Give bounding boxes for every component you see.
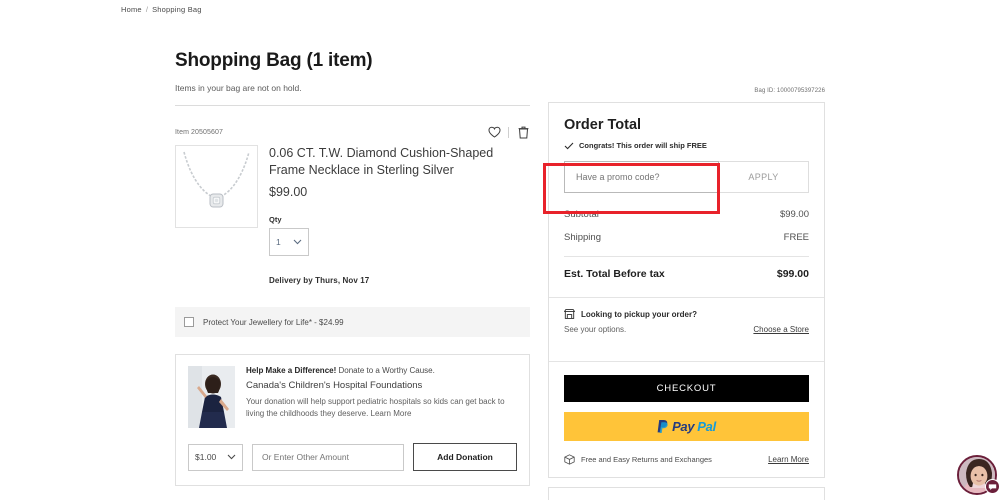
breadcrumb-home[interactable]: Home xyxy=(121,5,142,14)
store-icon xyxy=(564,309,575,319)
action-divider xyxy=(508,126,509,138)
protection-plan-label: Protect Your Jewellery for Life* - $24.9… xyxy=(203,317,344,327)
summary-divider xyxy=(564,256,809,257)
pickup-title-row: Looking to pickup your order? xyxy=(564,309,809,319)
order-total-title: Order Total xyxy=(564,117,642,133)
donation-other-amount-input[interactable] xyxy=(252,443,404,471)
chat-glyph xyxy=(988,483,997,490)
chevron-down-icon xyxy=(293,239,302,245)
paypal-pal-text: Pal xyxy=(697,419,716,434)
donation-controls: $1.00 Add Donation xyxy=(188,443,517,471)
donation-amount-value: $1.00 xyxy=(195,452,217,462)
returns-learn-more-link[interactable]: Learn More xyxy=(768,455,809,464)
paypal-button[interactable]: Pay Pal xyxy=(564,412,809,441)
total-value: $99.00 xyxy=(776,268,809,280)
donation-image xyxy=(188,366,235,428)
apply-promo-button[interactable]: APPLY xyxy=(719,161,809,193)
donation-headline-bold: Help Make a Difference! xyxy=(246,366,337,375)
order-total-card: Order Total Congrats! This order will sh… xyxy=(548,102,825,478)
promo-code-row: APPLY xyxy=(564,161,809,193)
promo-code-input[interactable] xyxy=(564,161,719,193)
product-price: $99.00 xyxy=(269,185,308,199)
add-donation-button[interactable]: Add Donation xyxy=(413,443,517,471)
check-icon xyxy=(564,142,574,149)
checkout-button[interactable]: CHECKOUT xyxy=(564,375,809,402)
paypal-icon xyxy=(657,420,668,433)
summary-line-total: Est. Total Before tax $99.00 xyxy=(564,268,809,280)
summary-value: FREE xyxy=(783,232,809,243)
page-title: Shopping Bag (1 item) xyxy=(175,50,373,71)
donation-headline: Help Make a Difference! Donate to a Wort… xyxy=(246,366,517,375)
bag-id-label: Bag ID: 10000795397226 xyxy=(754,88,825,94)
item-number: Item 20505607 xyxy=(175,128,224,136)
next-section-card xyxy=(548,487,825,500)
pickup-section: Looking to pickup your order? See your o… xyxy=(549,298,824,346)
item-action-group xyxy=(487,125,530,139)
page-subtitle: Items in your bag are not on hold. xyxy=(175,83,302,93)
pickup-options-row: See your options. Choose a Store xyxy=(564,325,809,334)
trash-icon[interactable] xyxy=(516,125,530,139)
qty-label: Qty xyxy=(269,215,282,224)
returns-row: Free and Easy Returns and Exchanges Lear… xyxy=(564,454,809,465)
charity-name: Canada's Children's Hospital Foundations xyxy=(246,380,423,391)
checkout-area: CHECKOUT Pay Pal Free and Easy Returns a… xyxy=(549,362,824,477)
donation-headline-rest: Donate to a Worthy Cause. xyxy=(336,366,435,375)
donation-card: Help Make a Difference! Donate to a Wort… xyxy=(175,354,530,486)
divider xyxy=(175,105,530,106)
shopping-bag-page: Home / Shopping Bag Shopping Bag (1 item… xyxy=(0,0,1000,500)
bag-line-item: 0.06 CT. T.W. Diamond Cushion-Shaped Fra… xyxy=(175,145,530,285)
free-shipping-message: Congrats! This order will ship FREE xyxy=(564,141,809,150)
quantity-select[interactable]: 1 xyxy=(269,228,309,256)
summary-line-subtotal: Subtotal $99.00 xyxy=(564,209,809,220)
total-label: Est. Total Before tax xyxy=(564,268,665,280)
breadcrumb-current: Shopping Bag xyxy=(152,5,202,14)
summary-label: Subtotal xyxy=(564,209,599,220)
breadcrumb: Home / Shopping Bag xyxy=(121,5,202,14)
breadcrumb-separator: / xyxy=(145,5,149,14)
quantity-value: 1 xyxy=(276,237,281,247)
summary-label: Shipping xyxy=(564,232,601,243)
chevron-down-icon xyxy=(227,454,236,460)
child-photo xyxy=(188,366,235,428)
product-thumbnail[interactable] xyxy=(175,145,258,228)
summary-value: $99.00 xyxy=(779,209,809,220)
bag-items-column: Shopping Bag (1 item) Items in your bag … xyxy=(175,50,530,486)
package-icon xyxy=(564,454,575,465)
delivery-estimate: Delivery by Thurs, Nov 17 xyxy=(269,276,370,285)
paypal-pay-text: Pay xyxy=(672,419,695,434)
pickup-subtitle: See your options. xyxy=(564,325,627,334)
donation-header: Help Make a Difference! Donate to a Wort… xyxy=(188,366,517,428)
pickup-title: Looking to pickup your order? xyxy=(581,309,697,319)
donation-description: Your donation will help support pediatri… xyxy=(246,397,505,418)
donation-amount-select[interactable]: $1.00 xyxy=(188,443,243,471)
item-meta-row: Item 20505607 xyxy=(175,125,530,139)
product-info: 0.06 CT. T.W. Diamond Cushion-Shaped Fra… xyxy=(269,145,530,285)
protection-plan-row[interactable]: Protect Your Jewellery for Life* - $24.9… xyxy=(175,307,530,337)
returns-info: Free and Easy Returns and Exchanges xyxy=(564,454,712,465)
heart-icon[interactable] xyxy=(487,125,501,139)
summary-line-shipping: Shipping FREE xyxy=(564,232,809,243)
donation-text: Help Make a Difference! Donate to a Wort… xyxy=(246,366,517,428)
paypal-logo: Pay Pal xyxy=(657,419,716,434)
chat-bubble-icon[interactable] xyxy=(985,479,1000,494)
free-shipping-text: Congrats! This order will ship FREE xyxy=(579,141,707,150)
necklace-image xyxy=(176,146,257,227)
product-name[interactable]: 0.06 CT. T.W. Diamond Cushion-Shaped Fra… xyxy=(269,145,530,178)
order-summary-column: Bag ID: 10000795397226 Order Total Congr… xyxy=(548,88,825,478)
choose-a-store-link[interactable]: Choose a Store xyxy=(753,325,809,334)
protection-plan-checkbox[interactable] xyxy=(184,317,194,327)
returns-text: Free and Easy Returns and Exchanges xyxy=(581,455,712,464)
